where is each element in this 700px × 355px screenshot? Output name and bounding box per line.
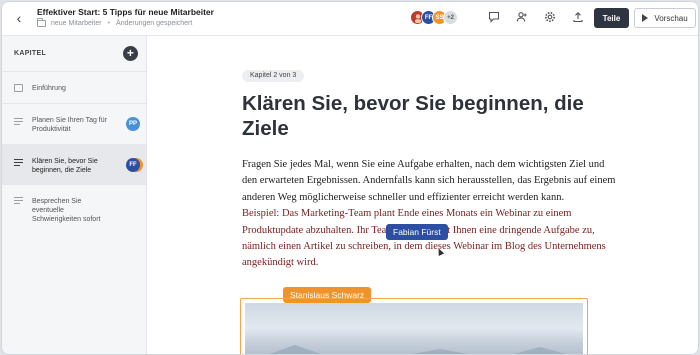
- upload-icon[interactable]: [571, 11, 585, 25]
- avatar-overflow[interactable]: +2: [443, 10, 458, 25]
- avatar: PP: [126, 117, 140, 131]
- back-arrow-icon[interactable]: ‹: [11, 10, 27, 26]
- text-icon: [14, 159, 23, 168]
- sidebar-item-label: Klären Sie, bevor Sie beginnen, die Ziel…: [32, 158, 98, 174]
- sidebar-item-plan-day[interactable]: Planen Sie Ihren Tag für Produktivität P…: [2, 104, 146, 145]
- play-icon: [642, 14, 649, 22]
- sidebar-item-clarify-goals[interactable]: Klären Sie, bevor Sie beginnen, die Ziel…: [2, 145, 146, 185]
- mountain-shape: [495, 347, 585, 354]
- app-window: ‹ Effektiver Start: 5 Tipps für neue Mit…: [1, 1, 699, 355]
- preview-button[interactable]: Vorschau: [634, 8, 696, 28]
- document-title: Effektiver Start: 5 Tipps für neue Mitar…: [37, 7, 214, 17]
- chapter-sidebar: KAPITEL + Einführung Planen Sie Ihren Ta…: [2, 36, 147, 354]
- mountain-shape: [255, 345, 335, 354]
- paragraph: Fragen Sie jedes Mal, wenn Sie eine Aufg…: [242, 159, 616, 203]
- folder-name[interactable]: neue Mitarbeiter: [51, 20, 102, 27]
- sidebar-item-label: Besprechen Sie eventuelle Schwierigkeite…: [32, 198, 101, 223]
- sidebar-item-label: Planen Sie Ihren Tag für Produktivität: [32, 117, 107, 133]
- page-icon: [14, 84, 23, 92]
- add-chapter-button[interactable]: +: [123, 46, 138, 61]
- chapter-chip: Kapitel 2 von 3: [242, 70, 305, 82]
- sidebar-item-label: Einführung: [32, 85, 66, 92]
- page-title[interactable]: Klären Sie, bevor Sie beginnen, die Ziel…: [242, 91, 602, 141]
- landscape-image: [245, 303, 585, 354]
- editor-area[interactable]: Kapitel 2 von 3 Klären Sie, bevor Sie be…: [147, 36, 698, 354]
- top-bar: ‹ Effektiver Start: 5 Tipps für neue Mit…: [2, 2, 698, 36]
- comment-icon[interactable]: [487, 11, 501, 25]
- add-user-icon[interactable]: [515, 11, 529, 25]
- text-icon: [14, 197, 23, 206]
- document-meta: neue Mitarbeiter • Änderungen gespeicher…: [37, 18, 193, 27]
- collaborator-cursor-tag: Fabian Fürst: [386, 224, 448, 240]
- sidebar-item-difficulties[interactable]: Besprechen Sie eventuelle Schwierigkeite…: [2, 185, 146, 233]
- collaborator-avatars[interactable]: FF SS +2: [410, 10, 458, 25]
- sidebar-title: KAPITEL: [14, 50, 47, 57]
- save-status: Änderungen gespeichert: [116, 20, 193, 27]
- text-icon: [14, 118, 23, 127]
- preview-label: Vorschau: [654, 13, 688, 23]
- sidebar-header: KAPITEL +: [2, 36, 146, 72]
- image-block[interactable]: [240, 298, 588, 354]
- mountain-shape: [385, 349, 495, 354]
- sidebar-item-introduction[interactable]: Einführung: [2, 72, 146, 104]
- avatar: FF: [126, 158, 140, 172]
- share-button[interactable]: Teile: [594, 8, 629, 28]
- body-text[interactable]: Fragen Sie jedes Mal, wenn Sie eine Aufg…: [242, 157, 622, 272]
- separator-dot: •: [107, 20, 111, 27]
- folder-icon: [37, 18, 46, 27]
- settings-icon[interactable]: [543, 11, 557, 25]
